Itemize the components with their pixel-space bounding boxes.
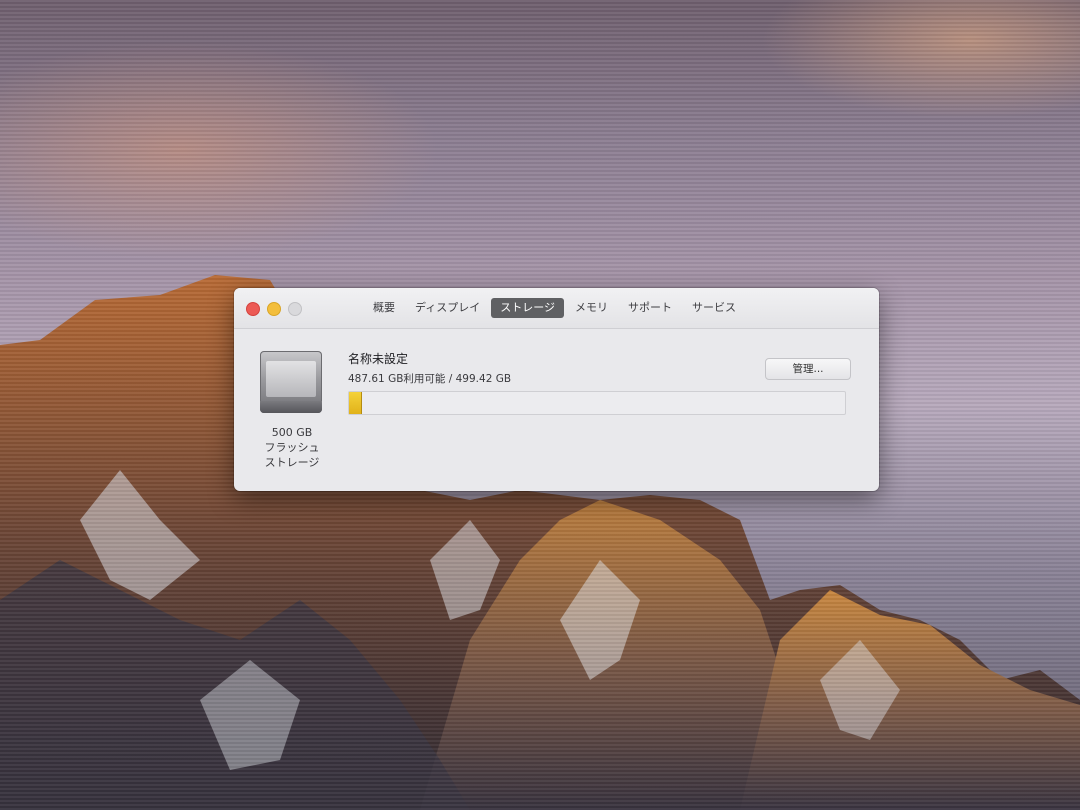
drive-capacity: 500 GB xyxy=(271,426,313,439)
tab-overview[interactable]: 概要 xyxy=(364,298,404,318)
tab-service[interactable]: サービス xyxy=(683,298,745,318)
internal-drive-icon xyxy=(260,351,322,413)
storage-used-segment xyxy=(349,392,362,414)
tab-bar: 概要 ディスプレイ ストレージ メモリ サポート サービス xyxy=(364,298,745,318)
storage-usage-bar xyxy=(348,391,846,415)
minimize-button[interactable] xyxy=(267,302,281,316)
storage-pane: 500 GB フラッシュ ストレージ 名称未設定 487.61 GB利用可能 /… xyxy=(234,329,879,491)
drive-type-line1: フラッシュ xyxy=(264,441,320,454)
tab-memory[interactable]: メモリ xyxy=(566,298,617,318)
drive-face xyxy=(266,361,316,397)
tab-displays[interactable]: ディスプレイ xyxy=(406,298,489,318)
drive-lip xyxy=(260,401,322,413)
manage-button[interactable]: 管理... xyxy=(765,358,851,380)
drive-caption: 500 GB フラッシュ ストレージ xyxy=(248,425,336,470)
close-button[interactable] xyxy=(246,302,260,316)
volume-name: 名称未設定 xyxy=(348,352,409,366)
drive-type-line2: ストレージ xyxy=(264,456,320,469)
about-this-mac-window: 概要 ディスプレイ ストレージ メモリ サポート サービス 500 GB フラッ… xyxy=(234,288,879,491)
zoom-button[interactable] xyxy=(288,302,302,316)
window-titlebar: 概要 ディスプレイ ストレージ メモリ サポート サービス xyxy=(234,288,879,329)
volume-usage-text: 487.61 GB利用可能 / 499.42 GB xyxy=(348,373,512,385)
tab-storage[interactable]: ストレージ xyxy=(491,298,565,318)
tab-support[interactable]: サポート xyxy=(619,298,681,318)
